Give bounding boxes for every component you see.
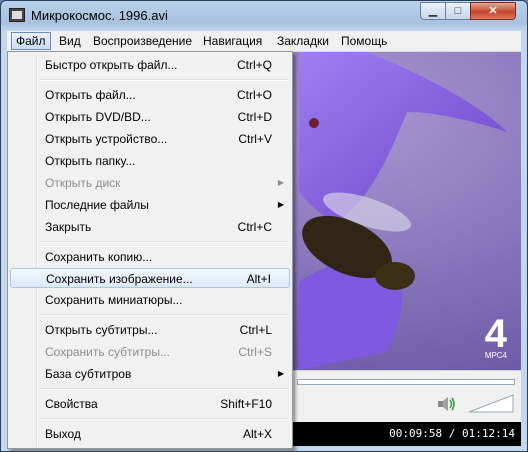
menu-item-save-thumbnails[interactable]: Сохранить миниатюры...: [10, 290, 290, 310]
menu-item-shortcut: Ctrl+C: [237, 220, 272, 234]
menu-item-label: Выход: [45, 427, 81, 441]
menu-item-exit[interactable]: Выход Alt+X: [10, 424, 290, 444]
channel-logo: 4 МРС4: [485, 312, 508, 360]
menu-item-open-file[interactable]: Открыть файл... Ctrl+O: [10, 85, 290, 105]
menu-help[interactable]: Помощь: [337, 33, 391, 49]
maximize-button[interactable]: □: [445, 2, 471, 20]
menu-item-close[interactable]: Закрыть Ctrl+C: [10, 217, 290, 237]
menu-item-shortcut: Shift+F10: [220, 397, 272, 411]
menu-item-label: Открыть устройство...: [45, 132, 168, 146]
menu-bar: Файл Вид Воспроизведение Навигация Закла…: [7, 31, 521, 52]
menu-item-open-folder[interactable]: Открыть папку...: [10, 151, 290, 171]
film-icon[interactable]: [9, 8, 25, 22]
menu-navigation[interactable]: Навигация: [199, 33, 266, 49]
menu-item-shortcut: Alt+I: [246, 272, 271, 286]
menu-item-label: Быстро открыть файл...: [45, 58, 178, 72]
menu-item-save-subtitles: Сохранить субтитры... Ctrl+S: [10, 342, 290, 362]
menu-item-label: Свойства: [45, 397, 98, 411]
menu-item-recent-files[interactable]: Последние файлы ▶: [10, 195, 290, 215]
triangle-right-icon: ▶: [277, 369, 284, 378]
window-title: Микрокосмос. 1996.avi: [31, 8, 168, 23]
menu-item-open-disc: Открыть диск ▶: [10, 173, 290, 193]
menu-item-label: База субтитров: [45, 367, 132, 381]
menu-item-label: Открыть DVD/BD...: [45, 110, 151, 124]
menu-item-label: Открыть папку...: [45, 154, 136, 168]
menu-view[interactable]: Вид: [55, 33, 85, 49]
menu-item-properties[interactable]: Свойства Shift+F10: [10, 394, 290, 414]
menu-item-subtitle-db[interactable]: База субтитров ▶: [10, 364, 290, 384]
bee-head: [375, 262, 415, 290]
file-menu-dropdown: Быстро открыть файл... Ctrl+Q Открыть фа…: [7, 51, 293, 449]
menu-item-label: Сохранить миниатюры...: [45, 293, 183, 307]
menu-item-label: Открыть субтитры...: [45, 323, 158, 337]
menu-item-label: Закрыть: [45, 220, 92, 234]
triangle-right-icon: ▶: [277, 178, 284, 187]
menu-file[interactable]: Файл: [11, 32, 51, 50]
menu-separator: [40, 79, 288, 81]
menu-separator: [40, 314, 288, 316]
volume-slider[interactable]: [467, 393, 515, 413]
menu-item-label: Сохранить изображение...: [46, 272, 193, 286]
menu-item-shortcut: Ctrl+Q: [236, 58, 272, 72]
menu-separator: [40, 241, 288, 243]
menu-item-save-image[interactable]: Сохранить изображение... Alt+I: [10, 268, 290, 288]
menu-item-quick-open[interactable]: Быстро открыть файл... Ctrl+Q: [10, 55, 290, 75]
channel-logo-digit: 4: [485, 312, 508, 356]
menu-separator: [40, 418, 288, 420]
minimize-button[interactable]: ▁: [420, 2, 446, 20]
menu-item-shortcut: Ctrl+D: [237, 110, 272, 124]
menu-item-shortcut: Ctrl+O: [236, 88, 272, 102]
menu-playback[interactable]: Воспроизведение: [89, 33, 196, 49]
seek-bar[interactable]: [297, 379, 515, 385]
menu-item-shortcut: Ctrl+V: [238, 132, 272, 146]
menu-item-open-subtitles[interactable]: Открыть субтитры... Ctrl+L: [10, 320, 290, 340]
menu-item-save-copy[interactable]: Сохранить копию...: [10, 247, 290, 267]
menu-item-label: Последние файлы: [45, 198, 149, 212]
menu-item-shortcut: Ctrl+L: [239, 323, 272, 337]
menu-item-label: Открыть файл...: [45, 88, 136, 102]
channel-logo-text: МРС4: [485, 351, 508, 360]
flower-spot: [309, 118, 319, 128]
menu-item-open-device[interactable]: Открыть устройство... Ctrl+V: [10, 129, 290, 149]
triangle-right-icon: ▶: [277, 200, 284, 209]
menu-item-label: Сохранить субтитры...: [45, 345, 170, 359]
app-window: Микрокосмос. 1996.avi ▁ □ ✕ Файл Вид Вос…: [0, 0, 528, 452]
playback-time: 00:09:58 / 01:12:14: [389, 427, 515, 440]
menu-item-label: Сохранить копию...: [45, 250, 153, 264]
menu-item-shortcut: Alt+X: [242, 427, 272, 441]
menu-item-open-dvd[interactable]: Открыть DVD/BD... Ctrl+D: [10, 107, 290, 127]
title-bar[interactable]: Микрокосмос. 1996.avi ▁ □ ✕: [1, 1, 527, 31]
speaker-icon[interactable]: [437, 395, 457, 413]
menu-separator: [40, 388, 288, 390]
menu-item-label: Открыть диск: [45, 176, 121, 190]
close-button[interactable]: ✕: [470, 2, 516, 20]
menu-item-shortcut: Ctrl+S: [238, 345, 272, 359]
menu-bookmarks[interactable]: Закладки: [273, 33, 333, 49]
